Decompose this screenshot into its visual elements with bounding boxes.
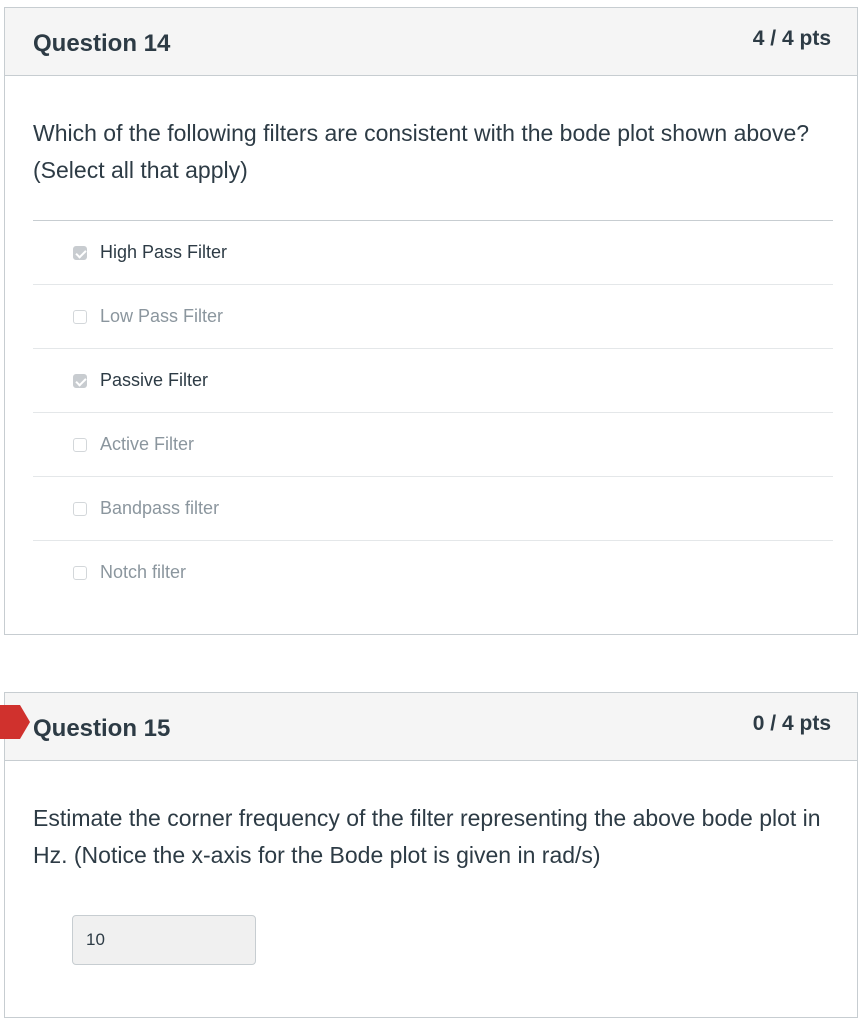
answer-list: High Pass Filter Low Pass Filter Passive… [33, 220, 833, 605]
answer-option: High Pass Filter [33, 221, 833, 285]
question-text: Estimate the corner frequency of the fil… [33, 805, 821, 868]
question-15-card: Question 15 0 / 4 pts Estimate the corne… [4, 692, 858, 1018]
checkbox-unchecked-icon [73, 566, 87, 580]
answer-label: Notch filter [100, 562, 187, 582]
answer-option: Active Filter [33, 413, 833, 477]
answer-option: Passive Filter [33, 349, 833, 413]
checkbox-checked-icon [73, 246, 87, 260]
answer-option: Low Pass Filter [33, 285, 833, 349]
answer-label: Low Pass Filter [100, 306, 224, 326]
question-14-card: Question 14 4 / 4 pts Which of the follo… [4, 7, 858, 635]
question-text: Which of the following filters are consi… [33, 120, 810, 183]
quiz-results-page: Question 14 4 / 4 pts Which of the follo… [0, 0, 863, 1024]
question-header: Question 14 4 / 4 pts [5, 8, 857, 76]
question-title: Question 14 [33, 30, 171, 57]
question-header: Question 15 0 / 4 pts [5, 693, 857, 761]
submitted-answer-box: 10 [72, 915, 256, 965]
question-points: 0 / 4 pts [752, 712, 831, 735]
answer-label: Active Filter [100, 434, 195, 454]
question-title: Question 15 [33, 715, 171, 742]
question-points: 4 / 4 pts [752, 27, 831, 50]
checkbox-unchecked-icon [73, 310, 87, 324]
checkbox-unchecked-icon [73, 502, 87, 516]
checkbox-checked-icon [73, 374, 87, 388]
incorrect-flag-icon [0, 705, 30, 739]
answer-label: High Pass Filter [100, 242, 228, 262]
answer-label: Bandpass filter [100, 498, 220, 518]
answer-option: Bandpass filter [33, 477, 833, 541]
checkbox-unchecked-icon [73, 438, 87, 452]
answer-label: Passive Filter [100, 370, 209, 390]
answer-option: Notch filter [33, 541, 833, 605]
